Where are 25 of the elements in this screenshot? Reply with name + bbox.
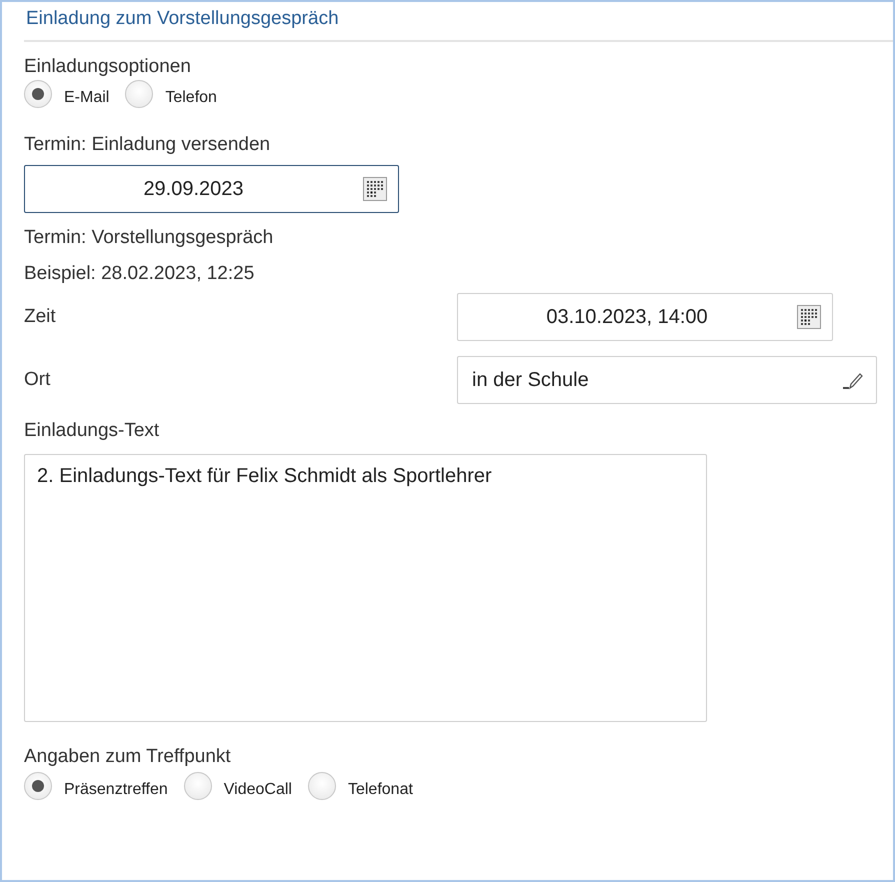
field-label: Zeit: [24, 306, 57, 328]
section-label: Termin: Vorstellungsgespräch: [24, 227, 274, 249]
hint-text: Beispiel: 28.02.2023, 12:25: [24, 263, 256, 285]
radio-button[interactable]: [24, 80, 52, 108]
date-time-field[interactable]: 03.10.2023, 14:00: [457, 293, 833, 341]
radio-label[interactable]: Telefonat: [348, 781, 413, 799]
section-label: Einladungsoptionen: [24, 56, 192, 78]
field-label: Einladungs-Text: [24, 420, 160, 442]
radio-button[interactable]: [24, 772, 52, 800]
field-label: Ort: [24, 369, 52, 391]
radio-button[interactable]: [125, 80, 154, 108]
date-field[interactable]: 29.09.2023: [24, 165, 399, 213]
field-label: Termin: Einladung versenden: [24, 134, 272, 156]
radio-label[interactable]: E-Mail: [64, 89, 110, 107]
location-field[interactable]: in der Schule: [457, 356, 877, 404]
calendar-icon: [797, 305, 821, 329]
section-label: Angaben zum Treffpunkt: [24, 746, 232, 768]
radio-label[interactable]: Telefon: [165, 89, 217, 107]
radio-button[interactable]: [308, 772, 336, 800]
text-area[interactable]: 2. Einladungs-Text für Felix Schmidt als Sportlehrer: [24, 454, 707, 722]
calendar-icon: [363, 177, 387, 201]
radio-button[interactable]: [184, 772, 212, 800]
radio-label[interactable]: Präsenztreffen: [64, 781, 168, 799]
form-title: Einladung zum Vorstellungsgespräch: [25, 8, 340, 31]
radio-label[interactable]: VideoCall: [224, 781, 292, 799]
